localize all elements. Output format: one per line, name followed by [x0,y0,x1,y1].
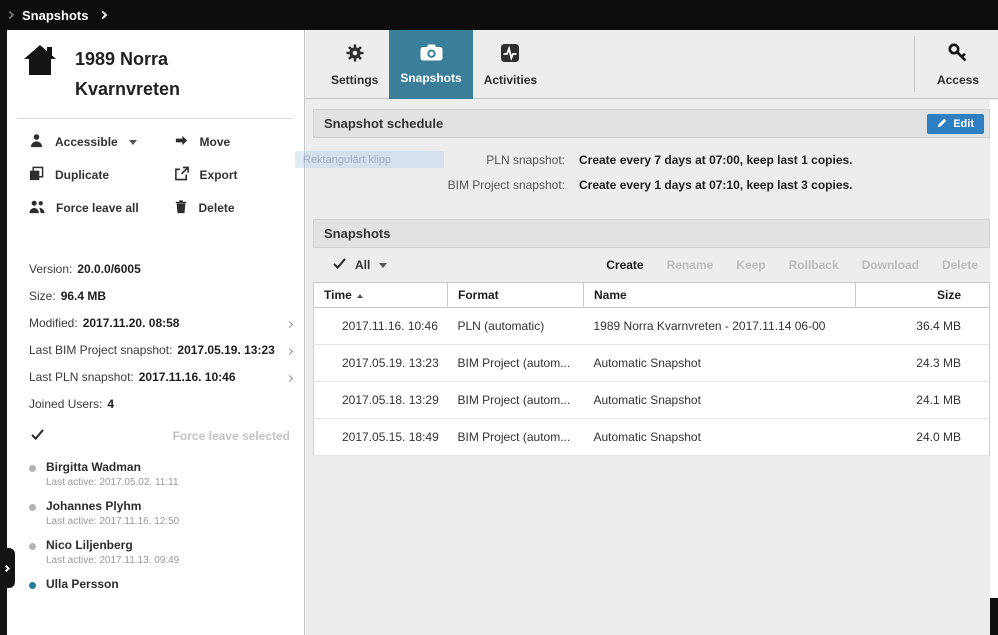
move-button[interactable]: Move [174,133,296,151]
chevron-right-icon [285,316,294,330]
download-button[interactable]: Download [862,258,919,272]
table-row[interactable]: 2017.05.18. 13:29 BIM Project (autom... … [313,381,990,419]
tab-activities[interactable]: Activities [473,30,548,99]
table-header-row: Time Format Name Size [313,282,990,308]
project-sidebar: 1989 Norra Kvarnvreten Accessible Move D… [7,30,305,635]
people-icon [29,199,45,217]
gear-icon [345,43,365,66]
chevron-right-icon [285,343,294,357]
snapshots-toolbar: All Create Rename Keep Rollback Download… [313,248,990,282]
breadcrumb-forward-chevron-icon[interactable] [99,10,108,20]
user-status-dot [29,543,36,550]
duplicate-icon [29,166,44,184]
sidebar-expand-handle[interactable] [0,548,15,588]
table-row[interactable]: 2017.05.19. 13:23 BIM Project (autom... … [313,344,990,382]
duplicate-button[interactable]: Duplicate [29,166,174,184]
tab-access[interactable]: Access [926,30,990,99]
person-icon [29,133,44,151]
main-panel: Settings Snapshots Activities Access Sna… [305,30,998,635]
snapshots-content: Snapshot schedule Edit PLN snapshot: Cre… [305,99,998,456]
toolbar-actions: Create Rename Keep Rollback Download Del… [606,258,978,272]
schedule-row-bim: BIM Project snapshot: Create every 1 day… [447,177,853,192]
column-header-name[interactable]: Name [583,282,856,308]
users-select-row: Force leave selected [7,417,304,443]
project-actions: Accessible Move Duplicate Export Force l… [7,119,304,229]
rollback-button[interactable]: Rollback [789,258,839,272]
accessible-button[interactable]: Accessible [29,133,174,151]
column-header-time[interactable]: Time [313,282,448,308]
info-row-last-pln-snapshot[interactable]: Last PLN snapshot: 2017.11.16. 10:46 [29,363,294,390]
project-info-list: Version: 20.0.0/6005 Size: 96.4 MB Modif… [7,229,304,417]
tab-snapshots[interactable]: Snapshots [389,30,473,99]
table-row[interactable]: 2017.05.15. 18:49 BIM Project (autom... … [313,418,990,456]
keep-button[interactable]: Keep [736,258,765,272]
column-header-format[interactable]: Format [447,282,584,308]
table-row[interactable]: 2017.11.16. 10:46 PLN (automatic) 1989 N… [313,307,990,345]
tabbar-divider [914,36,915,92]
breadcrumb-back-chevron-icon[interactable] [5,10,15,20]
camera-snapshot-icon [420,44,443,64]
project-title: 1989 Norra Kvarnvreten [75,49,181,99]
activity-pulse-icon [500,43,520,66]
rename-button[interactable]: Rename [667,258,714,272]
edit-schedule-button[interactable]: Edit [927,114,984,134]
tab-settings[interactable]: Settings [320,30,389,99]
left-edge-strip [0,30,7,635]
scrollbar-track[interactable] [990,100,998,598]
user-status-dot-online [29,582,36,589]
snapshot-schedule-header: Snapshot schedule Edit [313,109,990,138]
info-row-last-bim-snapshot[interactable]: Last BIM Project snapshot: 2017.05.19. 1… [29,336,294,363]
pencil-icon [937,117,948,131]
list-item[interactable]: Birgitta Wadman Last active: 2017.05.02.… [29,455,294,494]
filter-dropdown[interactable]: All [333,258,388,272]
force-leave-all-button[interactable]: Force leave all [29,199,174,217]
create-button[interactable]: Create [606,258,643,272]
schedule-rows: PLN snapshot: Create every 7 days at 07:… [313,138,990,209]
move-arrow-icon [174,133,189,151]
snapshots-table: Time Format Name Size 2017.11.16. 10:46 … [313,282,990,456]
schedule-row-pln: PLN snapshot: Create every 7 days at 07:… [486,152,853,167]
list-item[interactable]: Johannes Plyhm Last active: 2017.11.16. … [29,494,294,533]
info-row-version: Version: 20.0.0/6005 [29,261,141,276]
column-header-size[interactable]: Size [855,282,990,308]
force-leave-selected-button[interactable]: Force leave selected [173,429,290,443]
snapshots-list-header: Snapshots [313,219,990,248]
joined-users-list: Birgitta Wadman Last active: 2017.05.02.… [7,443,304,597]
chevron-down-icon [379,262,388,268]
user-status-dot [29,465,36,472]
tab-bar: Settings Snapshots Activities Access [305,30,998,99]
export-icon [174,166,189,184]
chevron-right-icon [2,564,11,572]
info-row-modified[interactable]: Modified: 2017.11.20. 08:58 [29,309,294,336]
sort-ascending-icon [356,294,363,298]
trash-icon [174,199,188,217]
check-icon [333,258,346,272]
check-icon[interactable] [31,429,44,443]
breadcrumb-bar: Snapshots [0,0,998,30]
list-item[interactable]: Ulla Persson [29,572,294,597]
breadcrumb-title: Snapshots [22,7,89,23]
project-header: 1989 Norra Kvarnvreten [7,30,304,112]
chevron-right-icon [285,370,294,384]
export-button[interactable]: Export [174,166,296,184]
house-icon [23,44,57,79]
delete-button[interactable]: Delete [174,199,296,217]
chevron-down-icon [128,139,137,145]
scrollbar-corner [990,598,998,635]
info-row-joined-users: Joined Users: 4 [29,396,115,411]
info-row-size: Size: 96.4 MB [29,288,107,303]
list-item[interactable]: Nico Liljenberg Last active: 2017.11.13.… [29,533,294,572]
user-status-dot [29,504,36,511]
key-icon [948,43,968,66]
delete-snapshot-button[interactable]: Delete [942,258,978,272]
